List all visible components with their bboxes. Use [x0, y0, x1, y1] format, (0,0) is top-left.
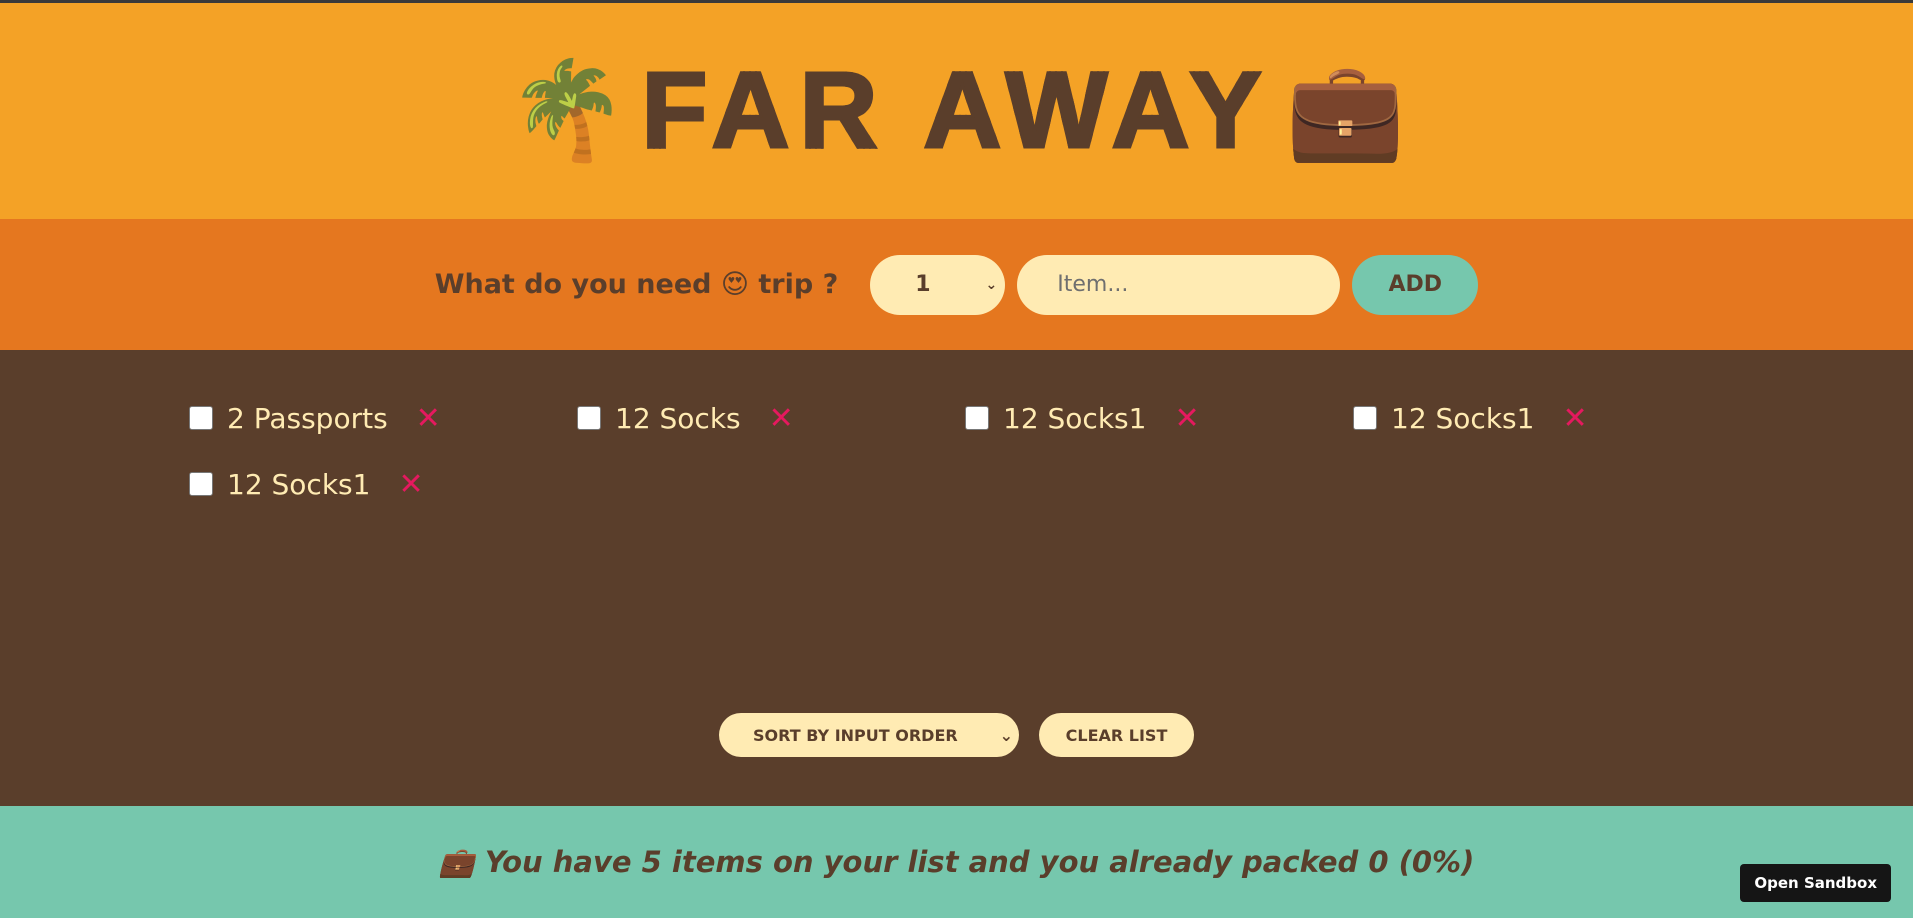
sort-value: SORT BY INPUT ORDER [753, 725, 958, 745]
app-title: FAR AWAY [640, 48, 1272, 172]
clear-list-button[interactable]: CLEAR LIST [1039, 713, 1194, 757]
list-item: 2 Passports ✕ [189, 400, 577, 436]
open-sandbox-button[interactable]: Open Sandbox [1740, 864, 1891, 902]
stats-text: 💼 You have 5 items on your list and you … [438, 844, 1475, 879]
palm-tree-icon: 🌴 [507, 53, 628, 166]
packed-checkbox[interactable] [1353, 406, 1377, 430]
briefcase-icon: 💼 [1285, 53, 1406, 166]
packing-list: 2 Passports ✕ 12 Socks ✕ 12 Socks1 ✕ 12 Socks1… [0, 350, 1913, 806]
form-question: What do you need 😍 trip ? [434, 269, 839, 300]
header: 🌴 FAR AWAY 💼 [0, 0, 1913, 219]
item-label: 2 Passports [227, 401, 388, 435]
add-item-form: What do you need 😍 trip ? 1 ⌄ Item... ADD [0, 219, 1913, 350]
packed-checkbox[interactable] [577, 406, 601, 430]
top-border [0, 0, 1913, 3]
packed-checkbox[interactable] [189, 406, 213, 430]
quantity-select[interactable]: 1 ⌄ [870, 254, 1006, 315]
packed-checkbox[interactable] [189, 472, 213, 496]
delete-icon[interactable]: ✕ [769, 401, 794, 436]
delete-icon[interactable]: ✕ [1174, 401, 1199, 436]
list-item: 12 Socks1 ✕ [1353, 400, 1741, 436]
item-label: 12 Socks1 [1003, 401, 1147, 435]
sort-select[interactable]: SORT BY INPUT ORDER ⌄ [719, 713, 1019, 757]
list-item: 12 Socks1 ✕ [189, 466, 577, 502]
item-label: 12 Socks [615, 401, 741, 435]
quantity-value: 1 [915, 272, 931, 297]
list-item: 12 Socks1 ✕ [965, 400, 1353, 436]
item-label: 12 Socks1 [227, 467, 371, 501]
chevron-down-icon: ⌄ [999, 725, 1013, 745]
add-button[interactable]: ADD [1352, 254, 1479, 315]
chevron-down-icon: ⌄ [985, 276, 998, 293]
item-label: 12 Socks1 [1391, 401, 1535, 435]
delete-icon[interactable]: ✕ [1562, 401, 1587, 436]
list-item: 12 Socks ✕ [577, 400, 965, 436]
stats-footer: 💼 You have 5 items on your list and you … [0, 806, 1913, 918]
packed-checkbox[interactable] [965, 406, 989, 430]
delete-icon[interactable]: ✕ [416, 401, 441, 436]
delete-icon[interactable]: ✕ [398, 467, 423, 502]
item-input[interactable]: Item... [1017, 254, 1341, 315]
